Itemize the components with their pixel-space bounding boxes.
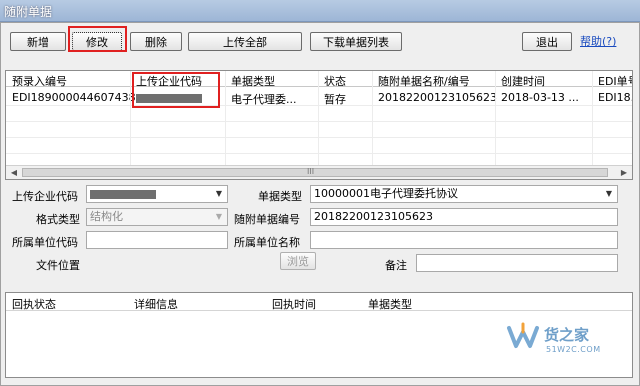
column-header-created[interactable]: 创建时间: [501, 73, 545, 89]
column-header-receipt-time[interactable]: 回执时间: [272, 296, 316, 312]
exit-button[interactable]: 退出: [522, 32, 572, 51]
column-header-edi-no[interactable]: EDI单号: [598, 73, 632, 89]
column-header-pre-entry-no[interactable]: 预录入编号: [12, 73, 67, 89]
attached-no-field[interactable]: 20182200123105623: [310, 208, 618, 226]
grid-row-line: [6, 153, 632, 154]
watermark-cn-text: 货之家: [544, 326, 590, 344]
file-location-label: 文件位置: [36, 259, 80, 272]
cell-edi-no: EDI18...: [598, 91, 632, 104]
column-header-detail[interactable]: 详细信息: [134, 296, 178, 312]
chevron-down-icon[interactable]: ▼: [212, 187, 226, 201]
cell-company-code-redacted: [136, 91, 202, 104]
grid-row-line: [6, 137, 632, 138]
format-type-value: 结构化: [90, 210, 123, 223]
scroll-thumb[interactable]: III: [22, 167, 608, 177]
window-titlebar: 随附单据: [0, 0, 640, 22]
receipt-grid-header: 回执状态 详细信息 回执时间 单据类型: [6, 293, 632, 311]
grid-header: 预录入编号 上传企业代码 单据类型 状态 随附单据名称/编号 创建时间 EDI单…: [6, 71, 632, 89]
help-link[interactable]: 帮助(?): [580, 33, 616, 49]
scroll-left-icon[interactable]: ◀: [7, 167, 21, 179]
cell-created: 2018-03-13 ...: [501, 91, 579, 104]
column-header-company-code[interactable]: 上传企业代码: [136, 73, 202, 89]
watermark-en-text: 51W2C.COM: [546, 345, 601, 354]
delete-button[interactable]: 删除: [130, 32, 182, 51]
format-type-label: 格式类型: [36, 213, 80, 226]
remark-label: 备注: [385, 259, 407, 272]
owner-code-label: 所属单位代码: [12, 236, 78, 249]
column-header-receipt-doc-type[interactable]: 单据类型: [368, 296, 412, 312]
grid-column-line: [225, 71, 226, 179]
upload-company-select[interactable]: ▼: [86, 185, 228, 203]
upload-company-redacted: [90, 189, 156, 199]
grid-column-line: [318, 71, 319, 179]
column-header-receipt-status[interactable]: 回执状态: [12, 296, 56, 312]
scroll-right-icon[interactable]: ▶: [617, 167, 631, 179]
scroll-grip: III: [307, 167, 315, 176]
grid-column-line: [372, 71, 373, 179]
doc-type-label: 单据类型: [258, 190, 302, 203]
horizontal-scrollbar[interactable]: ◀ III ▶: [6, 165, 632, 179]
new-button[interactable]: 新增: [10, 32, 66, 51]
watermark: 货之家 51W2C.COM: [506, 318, 616, 366]
remark-field[interactable]: [416, 254, 618, 272]
grid-column-line: [495, 71, 496, 179]
upload-all-button[interactable]: 上传全部: [188, 32, 302, 51]
download-list-button[interactable]: 下载单据列表: [310, 32, 402, 51]
column-header-doc-type[interactable]: 单据类型: [231, 73, 275, 89]
upload-company-label: 上传企业代码: [12, 190, 78, 203]
cell-doc-name-no: 20182200123105623: [378, 91, 497, 104]
toolbar: 新增 修改 删除 上传全部 下载单据列表 退出 帮助(?): [0, 23, 640, 59]
format-type-select: 结构化 ▼: [86, 208, 228, 226]
edit-button[interactable]: 修改: [72, 32, 122, 51]
attached-no-label: 随附单据编号: [234, 213, 300, 226]
doc-type-value: 10000001电子代理委托协议: [314, 187, 458, 200]
grid-row-line: [6, 105, 632, 106]
watermark-logo-icon: [507, 322, 539, 348]
column-header-status[interactable]: 状态: [324, 73, 346, 89]
chevron-down-icon[interactable]: ▼: [602, 187, 616, 201]
column-header-doc-name-no[interactable]: 随附单据名称/编号: [378, 73, 470, 89]
grid-column-line: [130, 71, 131, 179]
owner-name-field[interactable]: [310, 231, 618, 249]
cell-pre-entry-no: EDI189000044607438: [12, 91, 136, 104]
grid-row-line: [6, 121, 632, 122]
doc-type-select[interactable]: 10000001电子代理委托协议 ▼: [310, 185, 618, 203]
browse-button[interactable]: 浏览: [280, 252, 316, 270]
grid-column-line: [592, 71, 593, 179]
chevron-down-icon: ▼: [215, 212, 223, 221]
owner-name-label: 所属单位名称: [234, 236, 300, 249]
owner-code-field[interactable]: [86, 231, 228, 249]
records-grid: 预录入编号 上传企业代码 单据类型 状态 随附单据名称/编号 创建时间 EDI单…: [5, 70, 633, 180]
window-title: 随附单据: [4, 5, 53, 19]
